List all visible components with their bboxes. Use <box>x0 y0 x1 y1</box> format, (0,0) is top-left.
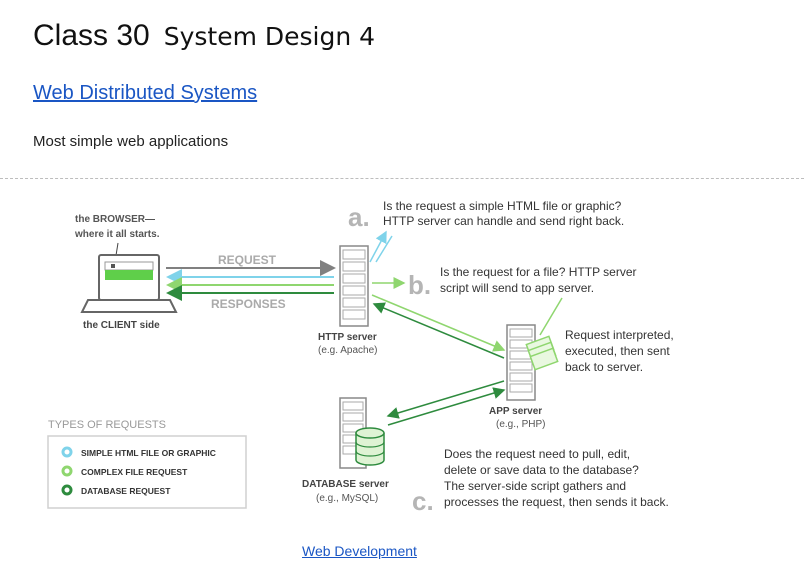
legend-simple-icon <box>61 446 73 458</box>
section-divider <box>0 178 804 179</box>
interpret-line-3: back to server. <box>565 360 643 374</box>
legend-item-complex: COMPLEX FILE REQUEST <box>81 467 188 477</box>
note-a-line-2: HTTP server can handle and send right ba… <box>383 214 624 228</box>
db-to-app-arrow <box>387 387 506 426</box>
request-label: REQUEST <box>218 253 277 267</box>
note-a-line-1: Is the request a simple HTML file or gra… <box>383 199 622 213</box>
app-to-db-arrow <box>386 380 505 419</box>
page-title-main: Class 30 <box>33 19 150 52</box>
legend-title: TYPES OF REQUESTS <box>48 419 166 431</box>
app-pointer-line <box>539 297 563 336</box>
note-c-line-1: Does the request need to pull, edit, <box>444 447 630 461</box>
database-server-icon <box>339 397 385 469</box>
responses-label: RESPONSES <box>211 297 286 311</box>
web-distributed-systems-link[interactable]: Web Distributed Systems <box>33 82 257 105</box>
legend-item-database: DATABASE REQUEST <box>81 486 171 496</box>
browser-label: the BROWSER— <box>75 214 155 225</box>
interpret-line-2: executed, then sent <box>565 344 670 358</box>
app-to-http-arrow <box>372 302 505 359</box>
note-c-line-2: delete or save data to the database? <box>444 463 639 477</box>
page-subtitle: System Design 4 <box>163 22 376 51</box>
web-architecture-diagram: the BROWSER— where it all starts. the CL… <box>47 199 674 516</box>
note-b-line-1: Is the request for a file? HTTP server <box>440 265 637 279</box>
note-c-line-4: processes the request, then sends it bac… <box>444 495 669 509</box>
client-side-label: the CLIENT side <box>83 320 160 331</box>
browser-sublabel: where it all starts. <box>74 229 160 240</box>
legend-database-icon <box>61 484 73 496</box>
note-c-letter: c. <box>412 486 434 516</box>
page-title: Class 30 System Design 4 <box>33 14 375 57</box>
http-server-icon <box>339 245 369 327</box>
note-a-arrow-2 <box>375 235 393 263</box>
legend-complex-icon <box>61 465 73 477</box>
database-server-label: DATABASE server <box>302 479 389 490</box>
note-c-line-3: The server-side script gathers and <box>444 479 626 493</box>
http-server-label: HTTP server <box>318 332 377 343</box>
database-server-sublabel: (e.g., MySQL) <box>316 493 378 504</box>
note-b-letter: b. <box>408 270 431 300</box>
interpret-line-1: Request interpreted, <box>565 328 674 342</box>
app-server-sublabel: (e.g., PHP) <box>496 419 545 430</box>
intro-text: Most simple web applications <box>33 133 229 150</box>
http-to-app-arrow <box>371 294 506 352</box>
laptop-icon <box>80 254 178 313</box>
app-server-icon <box>506 324 536 401</box>
note-a-letter: a. <box>348 202 370 232</box>
http-server-sublabel: (e.g. Apache) <box>318 345 377 356</box>
app-server-label: APP server <box>489 406 542 417</box>
note-b-line-2: script will send to app server. <box>440 281 594 295</box>
legend-item-simple: SIMPLE HTML FILE OR GRAPHIC <box>81 448 216 458</box>
web-development-link[interactable]: Web Development <box>302 543 417 559</box>
